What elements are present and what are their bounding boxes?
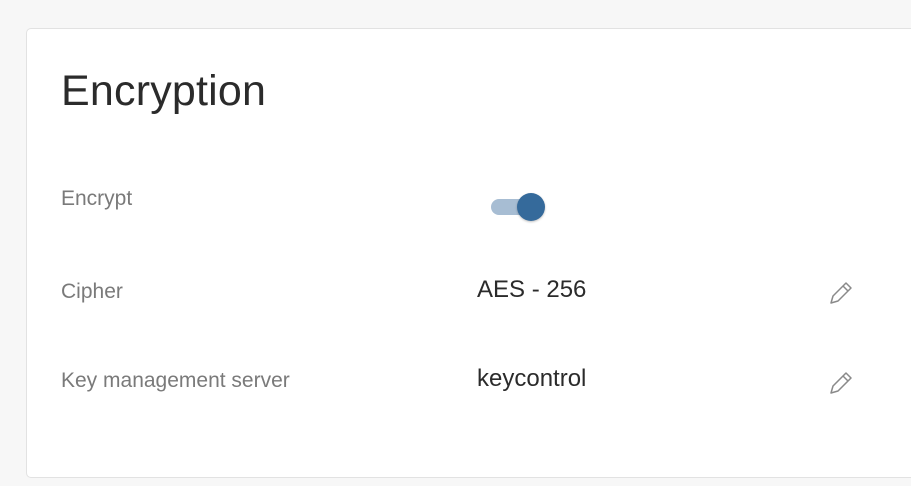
encrypt-toggle[interactable] — [489, 191, 545, 223]
edit-cipher-button[interactable] — [823, 275, 859, 311]
kms-value: keycontrol — [477, 365, 587, 392]
section-title: Encryption — [61, 67, 267, 115]
pencil-icon — [830, 372, 852, 394]
encrypt-label: Encrypt — [61, 187, 133, 210]
kms-label: Key management server — [61, 369, 290, 392]
pencil-icon — [830, 282, 852, 304]
edit-kms-button[interactable] — [823, 365, 859, 401]
encryption-card: Encryption Encrypt Cipher AES - 256 Key … — [26, 28, 911, 478]
toggle-knob — [517, 193, 545, 221]
cipher-label: Cipher — [61, 280, 123, 303]
cipher-value: AES - 256 — [477, 276, 587, 303]
